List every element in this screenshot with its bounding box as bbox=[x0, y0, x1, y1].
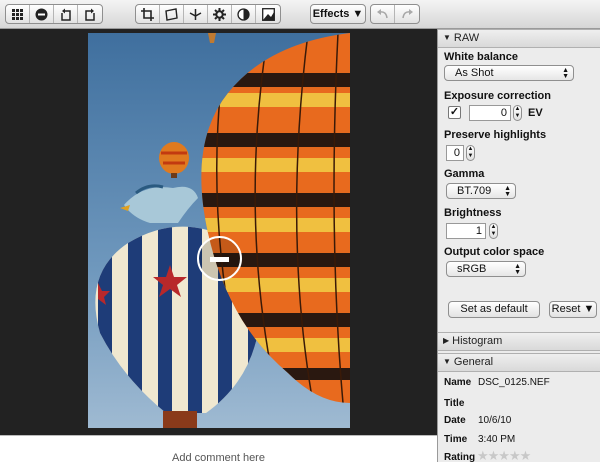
exposure-label: Exposure correction bbox=[444, 90, 551, 102]
grid-view-button[interactable] bbox=[6, 5, 30, 23]
reject-button[interactable] bbox=[30, 5, 54, 23]
brightness-input[interactable]: 1 bbox=[446, 223, 486, 239]
name-label: Name bbox=[444, 377, 472, 388]
histogram-image-icon bbox=[261, 7, 275, 21]
redo-button[interactable] bbox=[395, 5, 419, 23]
raw-section-header[interactable]: ▼ RAW bbox=[438, 29, 600, 48]
title-label: Title bbox=[444, 398, 465, 409]
grid-icon bbox=[12, 8, 23, 20]
minus-bar-icon bbox=[210, 257, 229, 262]
hot-air-balloons-image bbox=[88, 33, 350, 428]
gamma-select[interactable]: BT.709 ▲ ▼ bbox=[446, 183, 516, 199]
image-adjust-button[interactable] bbox=[256, 5, 280, 23]
crop-button[interactable] bbox=[136, 5, 160, 23]
disclosure-closed-icon: ▶ bbox=[443, 336, 450, 345]
inspector-panel: ▼ RAW White balance As Shot ▲ ▼ Exposure c… bbox=[437, 29, 600, 462]
straighten-icon bbox=[165, 7, 178, 21]
contrast-icon bbox=[237, 7, 250, 21]
date-value[interactable]: 10/6/10 bbox=[478, 415, 511, 426]
adjust-settings-button[interactable] bbox=[208, 5, 232, 23]
rotate-left-button[interactable] bbox=[54, 5, 78, 23]
white-balance-label: White balance bbox=[444, 51, 518, 63]
undo-icon bbox=[377, 8, 388, 18]
contrast-button[interactable] bbox=[232, 5, 256, 23]
general-section-header[interactable]: ▼ General bbox=[438, 353, 600, 372]
brightness-stepper[interactable]: ▲ ▼ bbox=[489, 223, 498, 239]
toolbar: Effects ▼ bbox=[0, 0, 600, 29]
updown-arrow-icon: ▲ ▼ bbox=[504, 185, 511, 198]
exposure-unit: EV bbox=[528, 107, 543, 119]
minus-circle-icon bbox=[35, 8, 48, 20]
toolbar-group-history bbox=[370, 4, 420, 24]
crop-icon bbox=[141, 7, 154, 21]
redo-icon bbox=[401, 8, 413, 18]
disclosure-open-icon: ▼ bbox=[443, 33, 451, 42]
rotate-right-button[interactable] bbox=[78, 5, 102, 23]
straighten-button[interactable] bbox=[160, 5, 184, 23]
reset-dropdown-button[interactable]: Reset ▼ bbox=[549, 301, 597, 318]
gamma-label: Gamma bbox=[444, 168, 485, 180]
time-value[interactable]: 3:40 PM bbox=[478, 434, 515, 445]
exposure-stepper[interactable]: ▲ ▼ bbox=[513, 105, 522, 121]
comment-placeholder[interactable]: Add comment here bbox=[0, 452, 437, 462]
exposure-input[interactable]: 0 bbox=[469, 105, 511, 121]
split-compare-handle[interactable] bbox=[197, 236, 242, 281]
brightness-label: Brightness bbox=[444, 207, 502, 219]
toolbar-group-view bbox=[5, 4, 103, 24]
rotate-left-icon bbox=[61, 8, 71, 21]
histogram-section-header[interactable]: ▶ Histogram bbox=[438, 332, 600, 351]
highlights-input[interactable]: 0 bbox=[446, 145, 464, 161]
disclosure-open-icon: ▼ bbox=[443, 357, 451, 366]
date-label: Date bbox=[444, 415, 466, 426]
set-as-default-button[interactable]: Set as default bbox=[448, 301, 540, 318]
highlights-label: Preserve highlights bbox=[444, 129, 547, 141]
time-label: Time bbox=[444, 434, 468, 445]
toolbar-group-edit bbox=[135, 4, 281, 24]
undo-button[interactable] bbox=[371, 5, 395, 23]
white-balance-select[interactable]: As Shot ▲ ▼ bbox=[444, 65, 574, 81]
color-space-label: Output color space bbox=[444, 246, 545, 258]
level-button[interactable] bbox=[184, 5, 208, 23]
balloon-photo[interactable] bbox=[88, 33, 350, 428]
updown-arrow-icon: ▲ ▼ bbox=[514, 263, 521, 276]
color-space-select[interactable]: sRGB ▲ ▼ bbox=[446, 261, 526, 277]
rating-label: Rating bbox=[444, 452, 476, 462]
image-canvas[interactable] bbox=[0, 29, 437, 435]
effects-dropdown-button[interactable]: Effects ▼ bbox=[310, 4, 366, 24]
comment-area[interactable]: Add comment here bbox=[0, 435, 437, 462]
settings-gear-icon bbox=[213, 7, 226, 21]
rotate-right-icon bbox=[84, 8, 95, 21]
updown-arrow-icon: ▲ ▼ bbox=[562, 67, 569, 80]
highlights-stepper[interactable]: ▲ ▼ bbox=[466, 145, 475, 161]
exposure-checkbox[interactable]: ✓ bbox=[448, 106, 461, 119]
level-icon bbox=[189, 8, 202, 20]
name-value[interactable]: DSC_0125.NEF bbox=[478, 377, 550, 388]
rating-stars[interactable]: ★★★★★ bbox=[477, 448, 531, 462]
